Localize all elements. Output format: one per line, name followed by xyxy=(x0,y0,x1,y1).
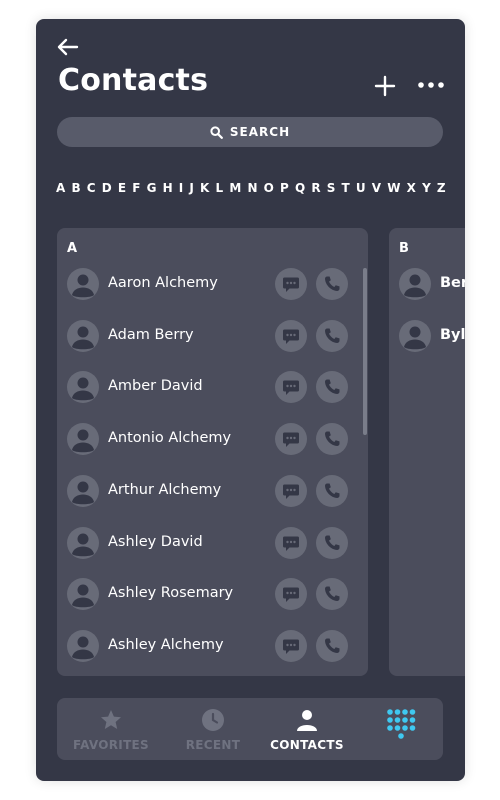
alpha-letter-r[interactable]: R xyxy=(311,181,320,195)
add-contact-button[interactable] xyxy=(374,75,396,97)
message-button[interactable] xyxy=(275,319,307,352)
alpha-letter-p[interactable]: P xyxy=(280,181,289,195)
message-button[interactable] xyxy=(275,371,307,404)
contact-row[interactable]: Ashley David xyxy=(67,526,367,560)
contact-name: Ashley David xyxy=(108,533,203,550)
alpha-letter-l[interactable]: L xyxy=(216,181,224,195)
phone-frame: Contacts SEARCH ABCDEFGHIJKLMNOPQRSTUVWX… xyxy=(36,19,465,781)
tab-contacts[interactable]: CONTACTS xyxy=(267,698,347,760)
alpha-letter-a[interactable]: A xyxy=(56,181,65,195)
alpha-letter-n[interactable]: N xyxy=(247,181,257,195)
alpha-letter-i[interactable]: I xyxy=(179,181,183,195)
search-label: SEARCH xyxy=(229,125,291,139)
section-panel-a: A Aaron Alchemy Adam Berry Amber David Anto… xyxy=(57,228,368,676)
call-button[interactable] xyxy=(316,578,348,611)
alpha-letter-k[interactable]: K xyxy=(200,181,209,195)
contact-row[interactable]: Antonio Alchemy xyxy=(67,422,367,456)
tab-dialpad[interactable] xyxy=(382,698,422,760)
section-header: A xyxy=(67,241,78,256)
alpha-letter-c[interactable]: C xyxy=(87,181,96,195)
call-button[interactable] xyxy=(316,423,348,456)
contact-row[interactable]: Ber xyxy=(399,267,465,301)
contact-row[interactable]: Arthur Alchemy xyxy=(67,474,367,508)
section-panel-b: B Ber Byli xyxy=(389,228,465,676)
avatar xyxy=(399,268,431,300)
contact-name: Ashley Rosemary xyxy=(108,585,234,602)
tab-favorites[interactable]: FAVORITES xyxy=(73,698,150,760)
message-button[interactable] xyxy=(275,629,307,662)
call-button[interactable] xyxy=(316,319,348,352)
avatar xyxy=(67,474,99,507)
search-bar[interactable]: SEARCH xyxy=(57,117,443,147)
message-button[interactable] xyxy=(275,474,307,507)
tab-label: RECENT xyxy=(185,738,241,752)
person-icon xyxy=(297,710,317,731)
contact-name: Ashley Alchemy xyxy=(108,636,224,653)
contact-row[interactable]: Ashley Rosemary xyxy=(67,577,367,611)
contact-row[interactable]: Amber David xyxy=(67,370,367,404)
avatar xyxy=(67,578,99,611)
message-button[interactable] xyxy=(275,526,307,559)
contact-name: Amber David xyxy=(108,378,203,395)
tab-recent[interactable]: RECENT xyxy=(182,698,244,760)
alphabet-index: ABCDEFGHIJKLMNOPQRSTUVWXYZ xyxy=(56,181,446,195)
avatar xyxy=(67,526,99,559)
alpha-letter-u[interactable]: U xyxy=(356,181,366,195)
contact-name: Adam Berry xyxy=(108,326,194,343)
alpha-letter-f[interactable]: F xyxy=(132,181,140,195)
alpha-letter-q[interactable]: Q xyxy=(295,181,305,195)
contact-name: Byli xyxy=(440,326,465,343)
alpha-letter-x[interactable]: X xyxy=(407,181,416,195)
tab-label: FAVORITES xyxy=(73,738,150,752)
message-button[interactable] xyxy=(275,578,307,611)
avatar xyxy=(67,371,99,404)
contact-name: Arthur Alchemy xyxy=(108,481,222,498)
message-button[interactable] xyxy=(275,423,307,456)
alpha-letter-j[interactable]: J xyxy=(189,181,193,195)
avatar xyxy=(67,268,99,300)
section-header: B xyxy=(399,241,409,256)
alpha-letter-d[interactable]: D xyxy=(102,181,112,195)
call-button[interactable] xyxy=(316,268,348,300)
alpha-letter-z[interactable]: Z xyxy=(437,181,446,195)
clock-icon xyxy=(202,709,224,731)
avatar xyxy=(67,423,99,456)
alpha-letter-t[interactable]: T xyxy=(342,181,350,195)
call-button[interactable] xyxy=(316,526,348,559)
alpha-letter-s[interactable]: S xyxy=(327,181,336,195)
contact-name: Aaron Alchemy xyxy=(108,275,218,291)
contact-row[interactable]: Ashley Alchemy xyxy=(67,629,367,663)
search-icon xyxy=(210,125,223,139)
alpha-letter-v[interactable]: V xyxy=(372,181,381,195)
page-title: Contacts xyxy=(58,63,209,98)
avatar xyxy=(67,629,99,662)
alpha-letter-y[interactable]: Y xyxy=(422,181,431,195)
alpha-letter-h[interactable]: H xyxy=(163,181,173,195)
more-options-icon[interactable] xyxy=(417,80,445,90)
avatar xyxy=(399,319,431,352)
alpha-letter-g[interactable]: G xyxy=(147,181,157,195)
back-arrow-icon[interactable] xyxy=(57,38,79,56)
call-button[interactable] xyxy=(316,474,348,507)
contact-name: Antonio Alchemy xyxy=(108,430,232,447)
message-button[interactable] xyxy=(275,268,307,300)
alpha-letter-m[interactable]: M xyxy=(229,181,241,195)
contact-row[interactable]: Adam Berry xyxy=(67,319,367,353)
alpha-letter-b[interactable]: B xyxy=(71,181,80,195)
alpha-letter-e[interactable]: E xyxy=(118,181,126,195)
bottom-tab-bar: FAVORITES RECENT CONTACTS xyxy=(57,698,443,760)
contact-row[interactable]: Byli xyxy=(399,319,465,353)
avatar xyxy=(67,319,99,352)
contact-row[interactable]: Aaron Alchemy xyxy=(67,267,367,301)
contact-name: Ber xyxy=(440,275,465,291)
tab-label: CONTACTS xyxy=(270,738,344,752)
alpha-letter-w[interactable]: W xyxy=(387,181,400,195)
dialpad-icon xyxy=(387,709,416,739)
call-button[interactable] xyxy=(316,629,348,662)
alpha-letter-o[interactable]: O xyxy=(264,181,274,195)
call-button[interactable] xyxy=(316,371,348,404)
star-icon xyxy=(101,710,121,729)
